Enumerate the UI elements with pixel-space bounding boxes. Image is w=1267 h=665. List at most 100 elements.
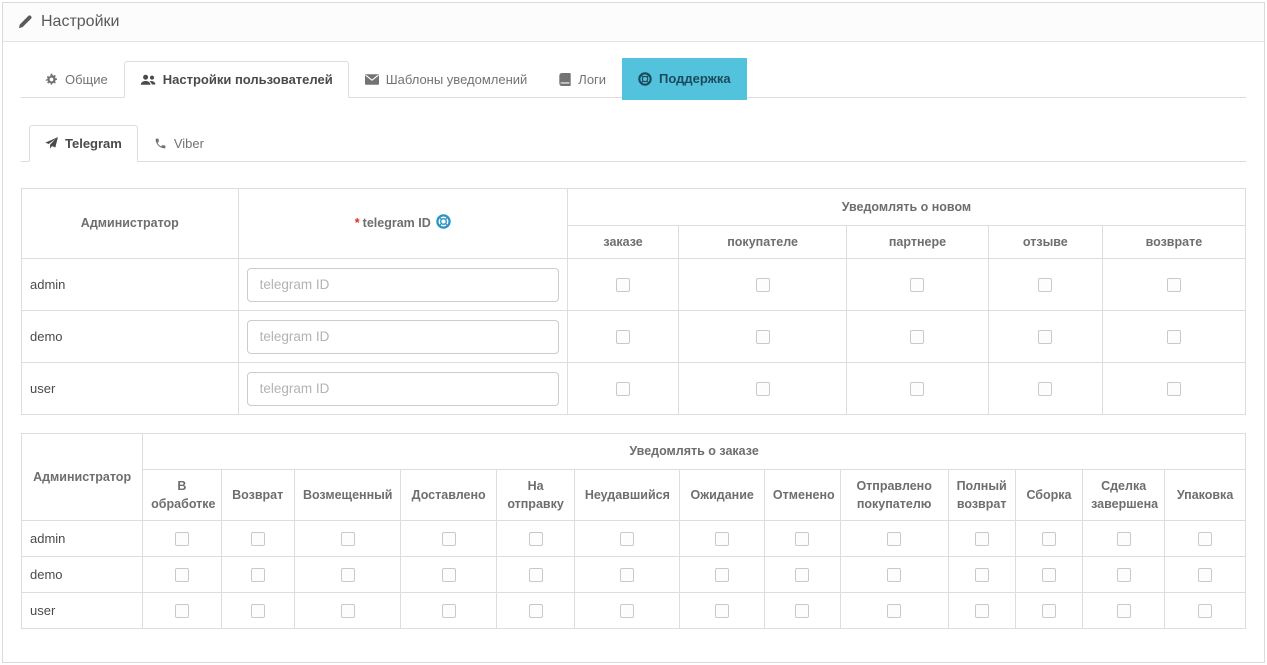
tab-logs[interactable]: Логи [543,61,622,98]
telegram-id-input-user[interactable] [247,372,559,406]
notify-order-column-header-0: В обработке [143,470,221,521]
notify-order-checkbox-admin-7[interactable] [795,532,809,546]
notify-order-check-cell [764,521,840,557]
notify-order-checkbox-demo-4[interactable] [529,568,543,582]
notify-order-checkbox-admin-3[interactable] [442,532,456,546]
notify-order-checkbox-admin-12[interactable] [1198,532,1212,546]
notify-order-check-cell [1015,521,1082,557]
subtab-viber[interactable]: Viber [138,125,220,162]
notify-new-checkbox-demo-0[interactable] [616,330,630,344]
notify-order-checkbox-user-0[interactable] [175,604,189,618]
subtab-label-telegram: Telegram [65,136,122,151]
administrator-name: user [22,363,239,415]
telegram-id-column-header: *telegram ID [238,189,567,259]
notify-new-checkbox-user-2[interactable] [910,382,924,396]
notify-new-check-cell [567,363,678,415]
notify-order-check-cell [401,557,496,593]
users-icon [140,74,156,86]
notify-order-checkbox-user-10[interactable] [1042,604,1056,618]
tab-general[interactable]: Общие [29,61,124,98]
notify-order-checkbox-demo-3[interactable] [442,568,456,582]
notify-order-checkbox-admin-10[interactable] [1042,532,1056,546]
notify-order-check-cell [401,593,496,629]
notify-order-checkbox-demo-2[interactable] [341,568,355,582]
notify-new-column-header-0: заказе [567,226,678,259]
notify-new-column-header-1: покупателе [679,226,847,259]
notify-order-checkbox-user-5[interactable] [620,604,634,618]
notify-new-checkbox-user-0[interactable] [616,382,630,396]
notify-order-checkbox-admin-1[interactable] [251,532,265,546]
notify-order-checkbox-user-8[interactable] [887,604,901,618]
notify-new-checkbox-user-1[interactable] [756,382,770,396]
notify-new-checkbox-user-4[interactable] [1167,382,1181,396]
notify-order-checkbox-demo-7[interactable] [795,568,809,582]
notify-order-check-cell [401,521,496,557]
telegram-id-input-admin[interactable] [247,268,559,302]
notify-new-checkbox-admin-3[interactable] [1038,278,1052,292]
tab-user-settings[interactable]: Настройки пользователей [124,61,349,98]
notify-order-checkbox-user-12[interactable] [1198,604,1212,618]
notify-order-checkbox-user-11[interactable] [1117,604,1131,618]
notify-new-checkbox-admin-1[interactable] [756,278,770,292]
gear-icon [45,73,58,86]
lifebuoy-icon [638,72,652,86]
notify-new-checkbox-user-3[interactable] [1038,382,1052,396]
notify-order-checkbox-user-1[interactable] [251,604,265,618]
notify-order-checkbox-user-7[interactable] [795,604,809,618]
notify-new-checkbox-demo-4[interactable] [1167,330,1181,344]
notify-new-column-header-2: партнере [846,226,988,259]
pencil-icon [18,15,32,29]
notify-order-checkbox-admin-9[interactable] [975,532,989,546]
notify-order-checkbox-demo-5[interactable] [620,568,634,582]
notify-order-checkbox-user-2[interactable] [341,604,355,618]
notify-order-check-cell [294,521,400,557]
notify-order-checkbox-demo-9[interactable] [975,568,989,582]
notify-order-checkbox-demo-1[interactable] [251,568,265,582]
notify-order-check-cell [575,593,680,629]
notify-order-check-cell [764,557,840,593]
notify-new-check-cell [1102,363,1245,415]
envelope-icon [365,74,379,85]
page-title: Настройки [41,13,119,31]
tab-support[interactable]: Поддержка [622,58,747,100]
notify-order-checkbox-demo-8[interactable] [887,568,901,582]
notify-order-check-cell [1165,593,1246,629]
notify-order-checkbox-demo-12[interactable] [1198,568,1212,582]
lifebuoy-icon[interactable] [436,214,451,229]
notify-order-checkbox-user-3[interactable] [442,604,456,618]
notify-order-checkbox-admin-8[interactable] [887,532,901,546]
notify-order-checkbox-demo-6[interactable] [715,568,729,582]
subtab-telegram[interactable]: Telegram [29,125,138,162]
subtab-label-viber: Viber [174,136,204,151]
notify-order-checkbox-user-4[interactable] [529,604,543,618]
notify-order-column-header-2: Возмещенный [294,470,400,521]
notify-order-checkbox-admin-5[interactable] [620,532,634,546]
notify-new-check-cell [567,259,678,311]
telegram-id-label: telegram ID [363,216,431,230]
notify-order-checkbox-demo-11[interactable] [1117,568,1131,582]
notify-order-checkbox-user-9[interactable] [975,604,989,618]
administrator-name: admin [22,259,239,311]
notify-order-checkbox-admin-4[interactable] [529,532,543,546]
notify-new-checkbox-demo-3[interactable] [1038,330,1052,344]
notify-new-checkbox-demo-2[interactable] [910,330,924,344]
notify-new-check-cell [679,363,847,415]
notify-order-check-cell [1165,557,1246,593]
notify-new-checkbox-admin-4[interactable] [1167,278,1181,292]
notify-order-checkbox-admin-11[interactable] [1117,532,1131,546]
notify-order-checkbox-admin-6[interactable] [715,532,729,546]
notify-new-checkbox-admin-0[interactable] [616,278,630,292]
notify-order-checkbox-admin-2[interactable] [341,532,355,546]
notify-order-checkbox-demo-10[interactable] [1042,568,1056,582]
notify-order-check-cell [948,557,1015,593]
notify-order-check-cell [143,521,221,557]
tab-notification-templates[interactable]: Шаблоны уведомлений [349,61,544,98]
notify-new-checkbox-admin-2[interactable] [910,278,924,292]
notify-order-checkbox-user-6[interactable] [715,604,729,618]
telegram-id-input-demo[interactable] [247,320,559,354]
notify-order-check-cell [680,593,764,629]
notify-order-column-header-7: Отменено [764,470,840,521]
notify-new-checkbox-demo-1[interactable] [756,330,770,344]
notify-order-checkbox-demo-0[interactable] [175,568,189,582]
notify-order-checkbox-admin-0[interactable] [175,532,189,546]
